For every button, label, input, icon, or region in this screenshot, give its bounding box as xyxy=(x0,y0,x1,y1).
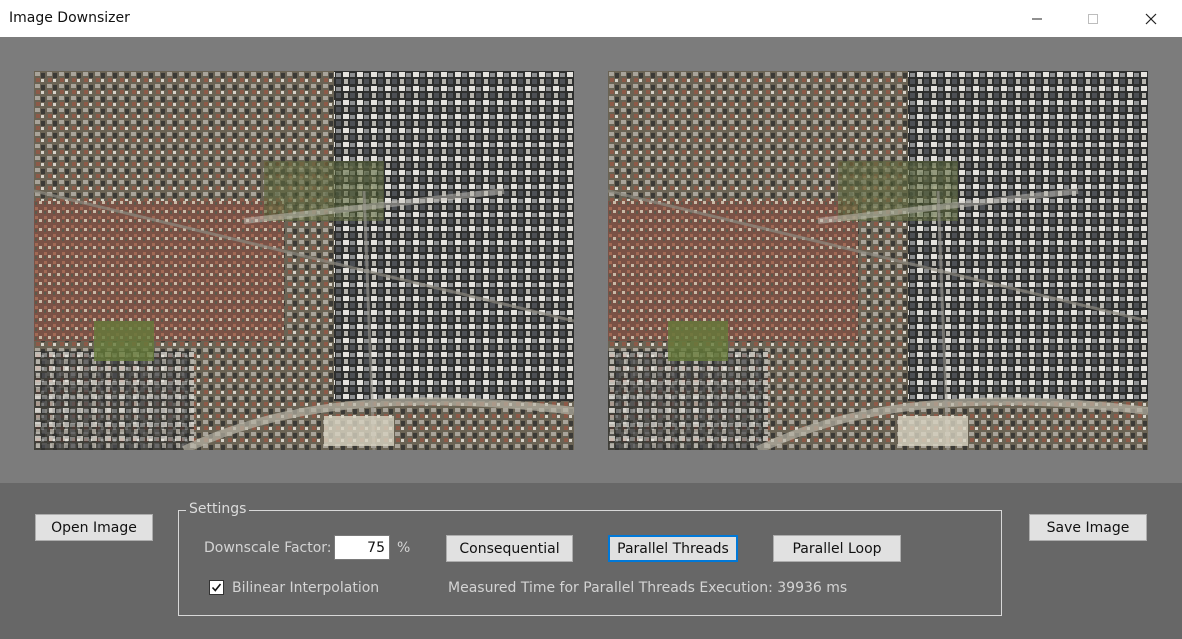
settings-group: Settings Downscale Factor: % Consequenti… xyxy=(178,501,1002,616)
bilinear-checkbox[interactable] xyxy=(209,580,224,595)
downscale-factor-input[interactable] xyxy=(334,535,390,560)
minimize-icon xyxy=(1032,18,1042,19)
close-icon xyxy=(1145,13,1157,24)
factor-unit-label: % xyxy=(397,540,411,556)
save-image-button[interactable]: Save Image xyxy=(1029,514,1147,541)
control-panel: Open Image Settings Downscale Factor: % … xyxy=(0,483,1182,639)
title-bar[interactable]: Image Downsizer xyxy=(0,0,1182,37)
aerial-city-image xyxy=(608,71,1148,450)
bilinear-label: Bilinear Interpolation xyxy=(232,580,380,596)
close-button[interactable] xyxy=(1128,0,1174,37)
consequential-button[interactable]: Consequential xyxy=(446,535,573,562)
result-image xyxy=(608,71,1148,450)
open-image-button[interactable]: Open Image xyxy=(35,514,153,541)
original-image xyxy=(34,71,574,450)
maximize-icon xyxy=(1088,13,1098,24)
parallel-loop-button[interactable]: Parallel Loop xyxy=(773,535,901,562)
aerial-city-image xyxy=(34,71,574,450)
parallel-threads-button[interactable]: Parallel Threads xyxy=(608,535,738,562)
image-display-area xyxy=(0,37,1182,483)
app-window: Image Downsizer Open Image Settings Down… xyxy=(0,0,1182,639)
downscale-factor-label: Downscale Factor: xyxy=(204,540,332,556)
settings-group-label: Settings xyxy=(186,501,250,517)
window-title: Image Downsizer xyxy=(9,10,130,26)
checkmark-icon xyxy=(211,583,222,592)
status-text: Measured Time for Parallel Threads Execu… xyxy=(448,580,848,596)
minimize-button[interactable] xyxy=(1014,0,1060,37)
maximize-button[interactable] xyxy=(1070,0,1116,37)
